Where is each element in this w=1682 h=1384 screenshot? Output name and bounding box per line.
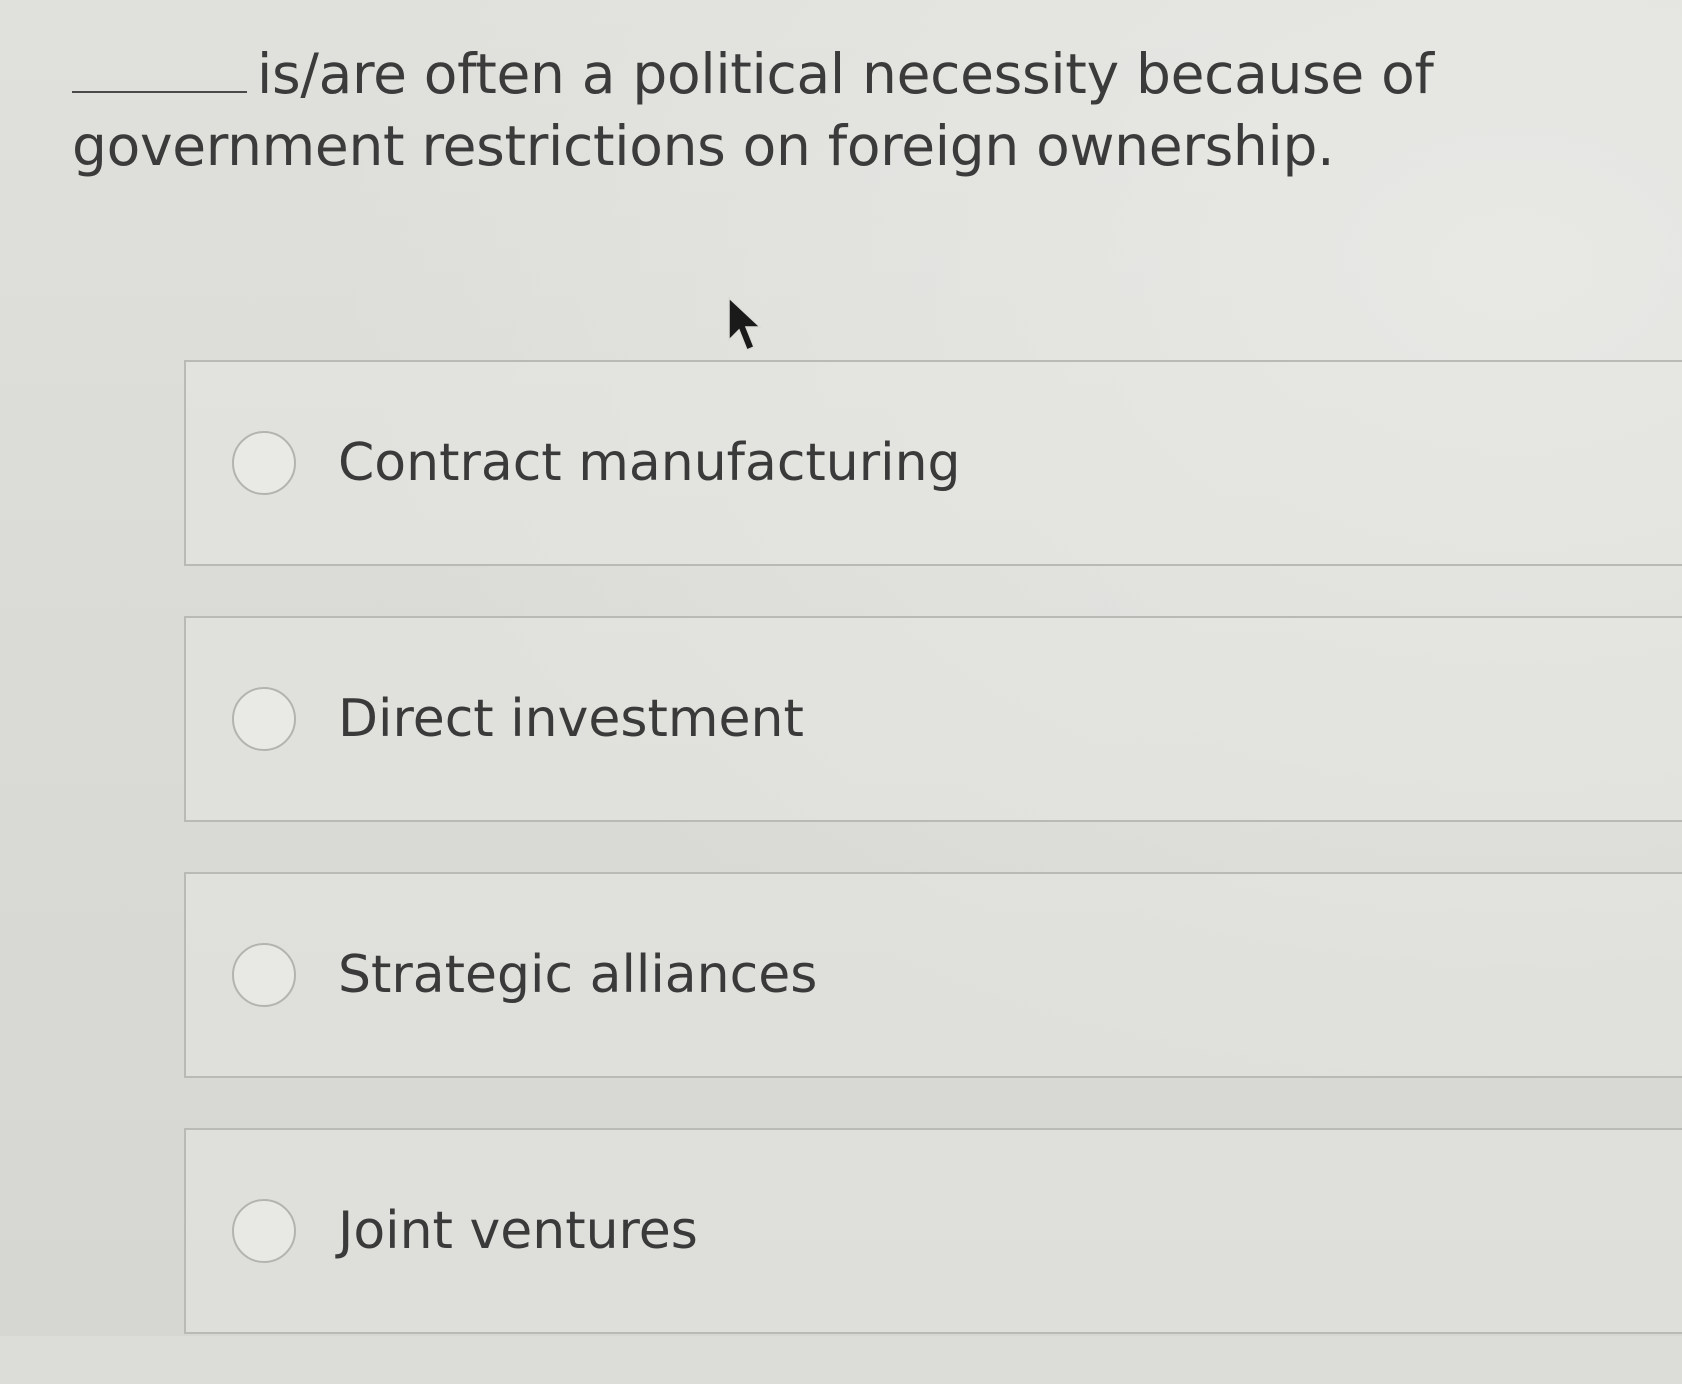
mouse-pointer-icon (728, 296, 762, 351)
radio-unchecked-icon[interactable] (232, 431, 296, 495)
option-joint-ventures[interactable]: Joint ventures (184, 1128, 1682, 1334)
radio-unchecked-icon[interactable] (232, 687, 296, 751)
option-contract-manufacturing[interactable]: Contract manufacturing (184, 360, 1682, 566)
answer-options: Contract manufacturing Direct investment… (184, 360, 1682, 1384)
option-direct-investment[interactable]: Direct investment (184, 616, 1682, 822)
radio-unchecked-icon[interactable] (232, 943, 296, 1007)
option-label: Joint ventures (338, 1201, 698, 1261)
answer-blank (72, 39, 247, 93)
question-text: is/are often a political necessity becau… (72, 42, 1434, 178)
option-strategic-alliances[interactable]: Strategic alliances (184, 872, 1682, 1078)
quiz-screen: is/are often a political necessity becau… (0, 0, 1682, 1336)
option-label: Strategic alliances (338, 945, 818, 1005)
radio-unchecked-icon[interactable] (232, 1199, 296, 1263)
option-label: Direct investment (338, 689, 804, 749)
question-text-block: is/are often a political necessity becau… (72, 38, 1632, 182)
option-label: Contract manufacturing (338, 433, 961, 493)
